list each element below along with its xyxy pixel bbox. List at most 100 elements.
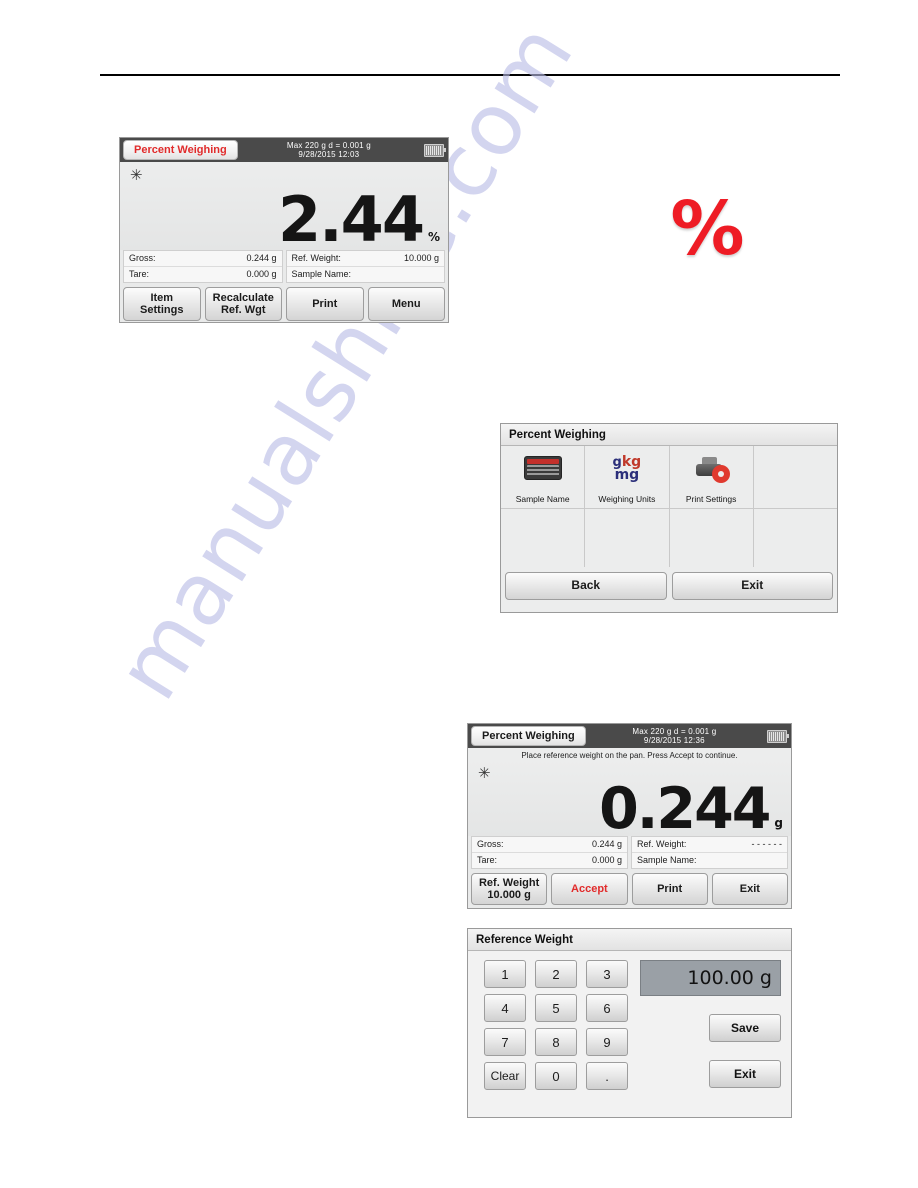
keypad-key-5[interactable]: 5	[535, 994, 577, 1022]
exit-label: Exit	[739, 882, 760, 895]
menu-exit-label: Exit	[741, 578, 764, 593]
menu-grid: Sample Name gkg mg Weighing Units Print …	[501, 446, 837, 567]
reference-weight-value-field[interactable]: 100.00 g	[640, 960, 781, 996]
capacity-readout: Max 220 g d = 0.001 g	[632, 726, 717, 736]
keypad-key-6[interactable]: 6	[586, 994, 628, 1022]
menu-cell-empty-2	[501, 509, 585, 567]
datetime-readout: 9/28/2015 12:03	[298, 150, 360, 159]
exit-button[interactable]: Exit	[711, 873, 788, 906]
item-settings-line1: Item	[150, 291, 174, 304]
recalculate-line1: Recalculate	[212, 291, 274, 304]
menu-label: Menu	[391, 297, 421, 310]
weight-value: 0.244	[599, 775, 771, 842]
ref-weight-button-line2: 10.000 g	[487, 889, 531, 902]
weight-value-row: 0.244 g	[599, 775, 783, 842]
printer-gear-icon	[691, 452, 731, 484]
gross-value: 0.244 g	[246, 253, 277, 263]
menu-cell-empty-3	[585, 509, 669, 567]
capacity-readout: Max 220 g d = 0.001 g	[286, 140, 371, 150]
datetime-readout: 9/28/2015 12:36	[643, 736, 705, 745]
tare-label: Tare:	[129, 269, 150, 280]
weight-display: ✳ 0.244 g	[468, 760, 791, 842]
sample-name-label: Sample Name:	[637, 855, 697, 866]
keypad-key-2[interactable]: 2	[535, 960, 577, 988]
tare-value: 0.000 g	[591, 855, 622, 866]
info-column-left: Gross: 0.244 g Tare: 0.000 g	[123, 250, 283, 284]
weight-value: 2.44	[277, 183, 425, 257]
sample-name-label: Sample Name:	[291, 269, 352, 280]
keypad-key-7[interactable]: 7	[484, 1028, 526, 1056]
save-button[interactable]: Save	[709, 1014, 781, 1042]
battery-indicator	[420, 138, 448, 162]
print-label: Print	[657, 882, 683, 895]
tare-row: Tare: 0.000 g	[472, 852, 627, 868]
print-button[interactable]: Print	[631, 873, 708, 906]
accept-button[interactable]: Accept	[551, 873, 628, 906]
menu-cell-empty-5	[753, 509, 837, 567]
status-bar: Percent Weighing Max 220 g d = 0.001 g 9…	[120, 138, 448, 162]
menu-back-label: Back	[571, 578, 601, 593]
weight-unit: %	[427, 230, 440, 244]
menu-cell-empty-1	[753, 446, 837, 508]
battery-indicator	[763, 724, 791, 748]
screen-percent-weighing-menu: Percent Weighing Sample Name gkg mg Weig…	[500, 423, 838, 613]
menu-title: Percent Weighing	[509, 428, 606, 441]
weight-value-row: 2.44 %	[277, 183, 440, 257]
keypad-title: Reference Weight	[476, 933, 573, 946]
print-button[interactable]: Print	[286, 287, 364, 322]
recalculate-line2: Ref. Wgt	[220, 304, 266, 317]
menu-item-sample-name-label: Sample Name	[515, 494, 570, 504]
ref-weight-button[interactable]: Ref. Weight 10.000 g	[471, 873, 548, 906]
gross-label: Gross:	[129, 253, 156, 263]
keypad-key-1[interactable]: 1	[484, 960, 526, 988]
numeric-keypad: 1 2 3 4 5 6 7 8 9 Clear 0 .	[484, 960, 628, 1109]
screen-title: Percent Weighing	[482, 730, 575, 742]
keypad-key-decimal[interactable]: .	[586, 1062, 628, 1090]
menu-button[interactable]: Menu	[367, 287, 445, 322]
keypad-key-4[interactable]: 4	[484, 994, 526, 1022]
ref-weight-button-line1: Ref. Weight	[478, 876, 540, 889]
softkey-row: Ref. Weight 10.000 g Accept Print Exit	[468, 869, 791, 908]
menu-item-weighing-units-label: Weighing Units	[598, 494, 656, 504]
menu-item-print-settings-label: Print Settings	[685, 494, 737, 504]
menu-item-sample-name[interactable]: Sample Name	[501, 446, 585, 508]
menu-back-button[interactable]: Back	[505, 572, 667, 600]
screen-title-pill: Percent Weighing	[123, 140, 238, 160]
item-settings-line2: Settings	[140, 304, 184, 317]
item-settings-button[interactable]: Item Settings	[123, 287, 201, 322]
weight-display: ✳ 2.44 %	[120, 162, 448, 257]
sample-name-row: Sample Name:	[286, 266, 444, 282]
recalculate-ref-wgt-button[interactable]: Recalculate Ref. Wgt	[204, 287, 282, 322]
softkey-row: Item Settings Recalculate Ref. Wgt Print…	[120, 283, 448, 322]
gross-row: Gross: 0.244 g	[124, 251, 282, 266]
menu-item-print-settings[interactable]: Print Settings	[669, 446, 753, 508]
menu-footer: Back Exit	[501, 567, 837, 605]
menu-exit-button[interactable]: Exit	[671, 572, 833, 600]
sample-name-row: Sample Name:	[632, 852, 787, 868]
menu-item-weighing-units[interactable]: gkg mg Weighing Units	[585, 446, 669, 508]
keypad-titlebar: Reference Weight	[468, 929, 791, 951]
keypad-key-0[interactable]: 0	[535, 1062, 577, 1090]
screen-percent-weighing-reference-capture: Percent Weighing Max 220 g d = 0.001 g 9…	[467, 723, 792, 909]
weight-unit: g	[774, 816, 783, 830]
status-meta: Max 220 g d = 0.001 g 9/28/2015 12:36	[586, 724, 763, 748]
keypad-exit-button[interactable]: Exit	[709, 1060, 781, 1088]
status-meta: Max 220 g d = 0.001 g 9/28/2015 12:03	[238, 138, 420, 162]
tare-label: Tare:	[477, 855, 498, 866]
stability-marker-icon: ✳	[478, 765, 491, 782]
keypad-key-clear[interactable]: Clear	[484, 1062, 526, 1090]
page-header-rule	[100, 74, 840, 76]
keypad-key-3[interactable]: 3	[586, 960, 628, 988]
keypad-body: 1 2 3 4 5 6 7 8 9 Clear 0 . 100.00 g Sav…	[468, 951, 791, 1117]
percent-icon: %	[670, 185, 745, 272]
instruction-text: Place reference weight on the pan. Press…	[468, 748, 791, 760]
screen-percent-weighing-result: Percent Weighing Max 220 g d = 0.001 g 9…	[119, 137, 449, 323]
keypad-key-9[interactable]: 9	[586, 1028, 628, 1056]
battery-icon	[767, 729, 789, 743]
accept-label: Accept	[571, 882, 608, 895]
status-bar: Percent Weighing Max 220 g d = 0.001 g 9…	[468, 724, 791, 748]
keypad-key-8[interactable]: 8	[535, 1028, 577, 1056]
battery-icon	[424, 143, 446, 157]
screen-reference-weight-keypad: Reference Weight 1 2 3 4 5 6 7 8 9 Clear…	[467, 928, 792, 1118]
screen-title: Percent Weighing	[134, 144, 227, 156]
